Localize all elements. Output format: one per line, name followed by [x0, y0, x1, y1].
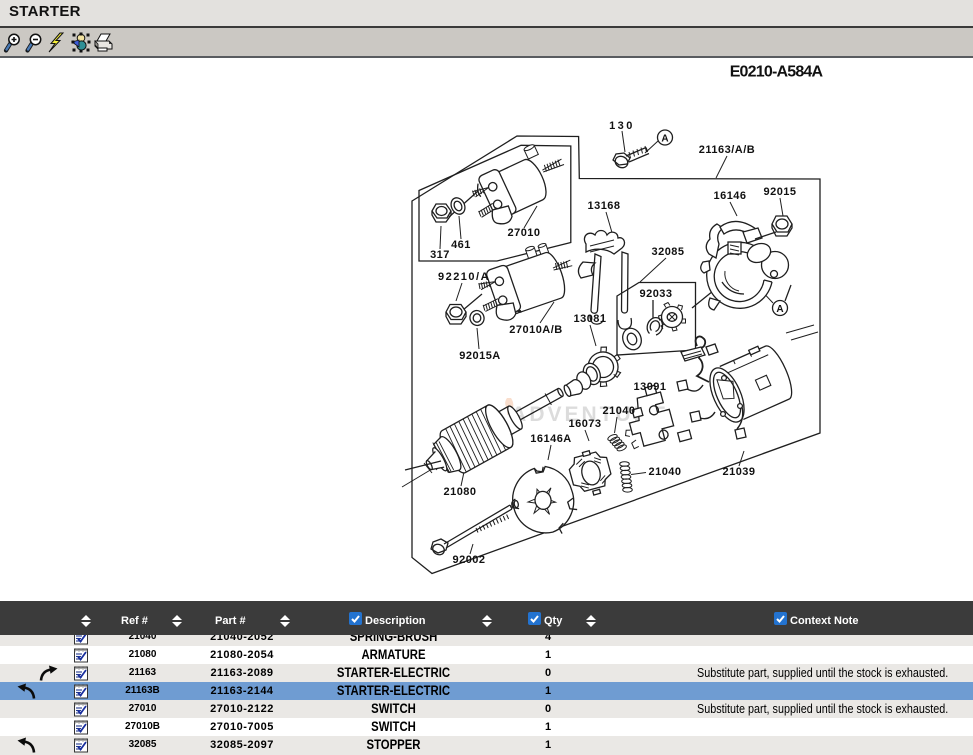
svg-text:13081: 13081: [573, 313, 606, 325]
svg-text:27010A/B: 27010A/B: [509, 324, 563, 336]
svg-text:317: 317: [430, 249, 450, 261]
svg-text:21039: 21039: [722, 466, 755, 478]
svg-text:32085: 32085: [651, 246, 684, 258]
svg-text:92015: 92015: [763, 186, 796, 198]
svg-text:92033: 92033: [639, 288, 672, 300]
svg-text:A: A: [661, 134, 668, 145]
svg-text:16073: 16073: [568, 418, 601, 430]
svg-text:16146A: 16146A: [530, 433, 572, 445]
svg-text:16146: 16146: [713, 190, 746, 202]
svg-text:A: A: [776, 304, 783, 315]
svg-text:461: 461: [451, 239, 471, 251]
svg-text:E0210-A584A: E0210-A584A: [730, 64, 824, 81]
svg-text:130: 130: [609, 120, 635, 132]
svg-text:21080: 21080: [443, 486, 476, 498]
svg-text:92210/A: 92210/A: [438, 271, 490, 283]
svg-text:21040: 21040: [648, 466, 681, 478]
svg-text:21163/A/B: 21163/A/B: [699, 144, 755, 156]
svg-text:13168: 13168: [587, 200, 620, 212]
svg-text:21040: 21040: [602, 405, 635, 417]
svg-text:27010: 27010: [507, 227, 540, 239]
svg-text:13091: 13091: [633, 381, 666, 393]
svg-text:92015A: 92015A: [459, 350, 501, 362]
svg-text:92002: 92002: [452, 554, 485, 566]
